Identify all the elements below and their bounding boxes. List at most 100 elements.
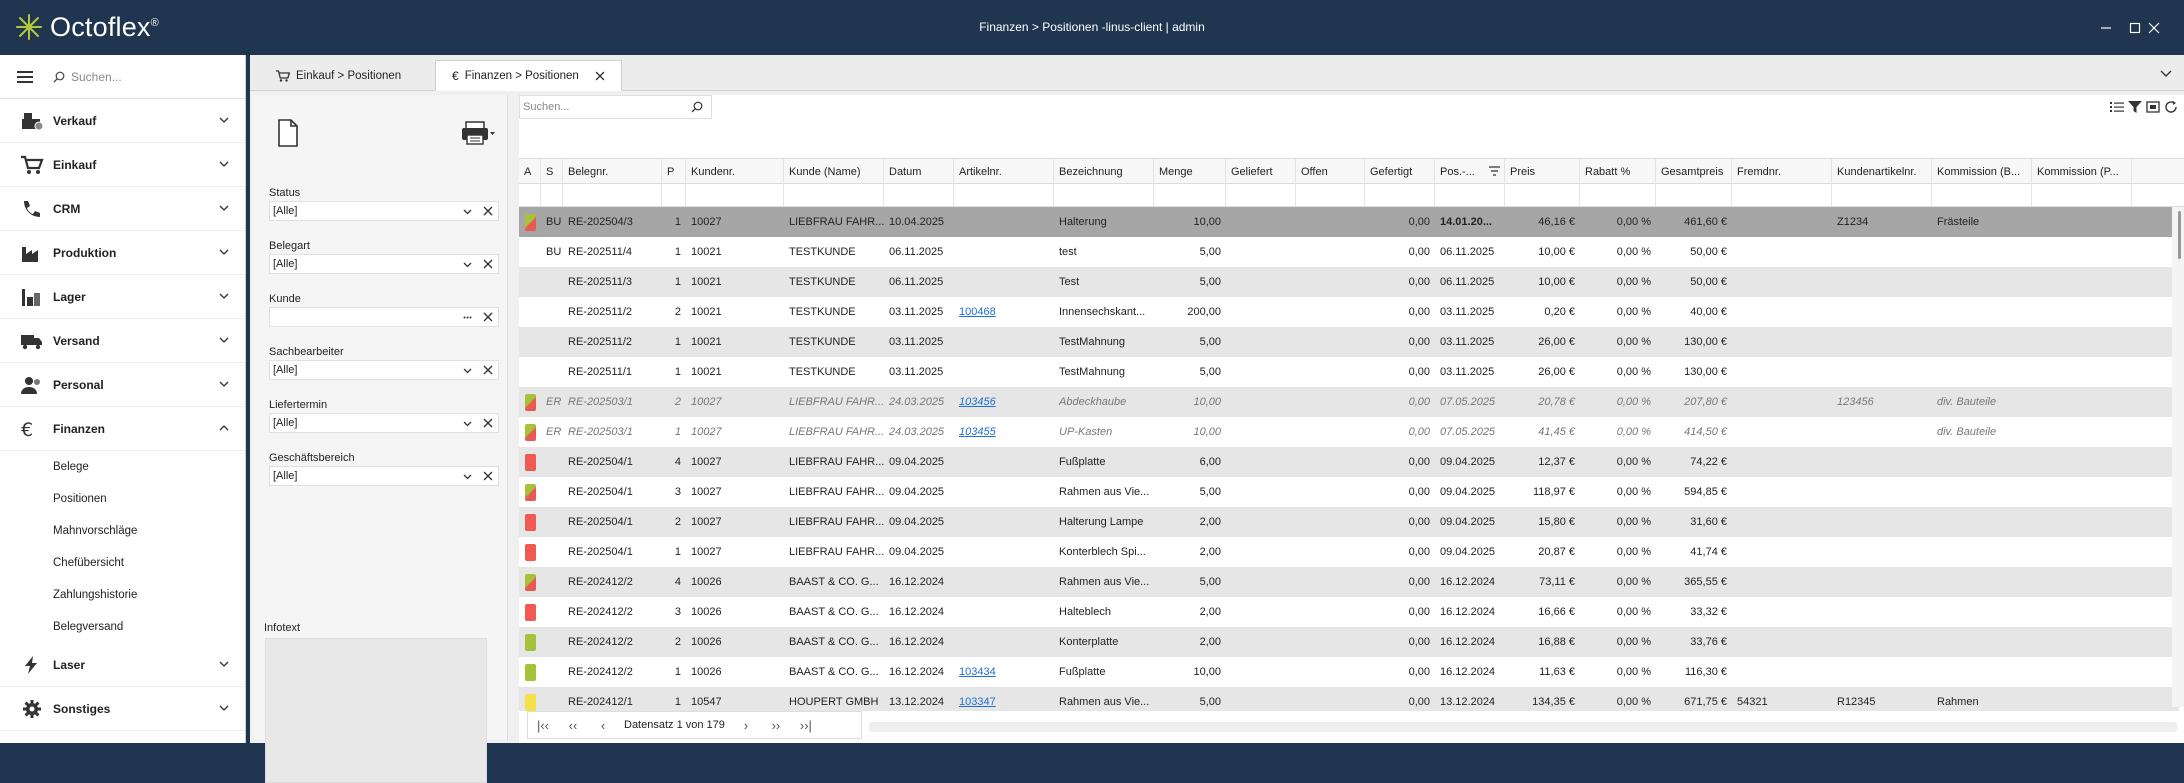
sidebar-item-produktion[interactable]: Produktion — [0, 231, 245, 275]
column-header-bezeichnung[interactable]: Bezeichnung — [1054, 159, 1154, 185]
more-icon[interactable] — [463, 313, 472, 322]
column-header-kunde[interactable]: Kunde (Name) — [784, 159, 884, 185]
filter-cell-pos[interactable] — [1435, 185, 1505, 207]
filter-icon[interactable] — [2128, 101, 2142, 113]
vertical-scrollbar[interactable] — [2172, 207, 2184, 707]
column-header-fremdnr[interactable]: Fremdnr. — [1732, 159, 1832, 185]
grid-search-input[interactable]: Suchen... — [519, 95, 712, 119]
filter-cell-menge[interactable] — [1154, 185, 1226, 207]
sidebar-item-verkauf[interactable]: Verkauf — [0, 99, 245, 143]
table-row[interactable]: ER RE-202503/1 1 10027 LIEBFRAU FAHR... 24.03… — [519, 417, 2179, 447]
cell-artikelnr[interactable]: 100468 — [954, 297, 1054, 327]
refresh-icon[interactable] — [2164, 101, 2178, 113]
chevron-down-icon[interactable] — [463, 260, 472, 269]
chevron-down-icon[interactable] — [463, 366, 472, 375]
first-page-icon[interactable]: |‹‹ — [528, 718, 558, 733]
clear-icon[interactable] — [483, 365, 493, 375]
chevron-down-icon[interactable] — [219, 247, 229, 257]
column-header-geliefert[interactable]: Geliefert — [1226, 159, 1296, 185]
column-header-preis[interactable]: Preis — [1505, 159, 1580, 185]
table-row[interactable]: RE-202511/1 1 10021 TESTKUNDE 03.11.2025 Test… — [519, 357, 2179, 387]
sidebar-subitem-5[interactable]: Belegversand — [0, 611, 245, 643]
last-page-icon[interactable]: ››| — [791, 718, 821, 733]
chevron-down-icon[interactable] — [219, 203, 229, 213]
cell-artikelnr[interactable]: 103347 — [954, 687, 1054, 711]
column-header-artikelnr[interactable]: Artikelnr. — [954, 159, 1054, 185]
sidebar-item-finanzen[interactable]: € Finanzen — [0, 407, 245, 451]
filter-cell-kommp[interactable] — [2032, 185, 2132, 207]
table-row[interactable]: RE-202504/1 4 10027 LIEBFRAU FAHR... 09.04.2… — [519, 447, 2179, 477]
column-header-a[interactable]: A — [519, 159, 541, 185]
column-header-kundenr[interactable]: Kundenr. — [686, 159, 784, 185]
filter-cell-kundenr[interactable] — [686, 185, 784, 207]
sidebar-subitem-1[interactable]: Positionen — [0, 483, 245, 515]
tab-finanzen-positionen[interactable]: € Finanzen > Positionen — [435, 60, 622, 91]
filter-cell-geliefert[interactable] — [1226, 185, 1296, 207]
chevron-down-icon[interactable] — [219, 703, 229, 713]
table-row[interactable]: RE-202412/2 2 10026 BAAST & CO. G... 16.12.2… — [519, 627, 2179, 657]
chevron-down-icon[interactable] — [219, 115, 229, 125]
sidebar-item-versand[interactable]: Versand — [0, 319, 245, 363]
sidebar-subitem-0[interactable]: Belege — [0, 451, 245, 483]
column-header-gefertigt[interactable]: Gefertigt — [1365, 159, 1435, 185]
chevron-down-icon[interactable] — [219, 659, 229, 669]
kunde-field[interactable] — [269, 307, 499, 327]
search-icon[interactable] — [691, 101, 703, 113]
table-row[interactable]: RE-202511/3 1 10021 TESTKUNDE 06.11.2025 Test… — [519, 267, 2179, 297]
chevron-down-icon[interactable] — [219, 291, 229, 301]
column-header-s[interactable]: S — [541, 159, 563, 185]
chevron-down-icon[interactable] — [463, 472, 472, 481]
table-row[interactable]: RE-202504/1 3 10027 LIEBFRAU FAHR... 09.04.2… — [519, 477, 2179, 507]
chevron-down-icon[interactable] — [219, 379, 229, 389]
filter-cell-preis[interactable] — [1505, 185, 1580, 207]
table-row[interactable]: RE-202412/2 3 10026 BAAST & CO. G... 16.12.2… — [519, 597, 2179, 627]
belegart-select[interactable]: [Alle] — [269, 254, 499, 274]
chevron-down-icon[interactable] — [219, 159, 229, 169]
table-row[interactable]: RE-202504/1 2 10027 LIEBFRAU FAHR... 09.04.2… — [519, 507, 2179, 537]
filter-cell-a[interactable] — [519, 185, 541, 207]
filter-cell-belegnr[interactable] — [563, 185, 662, 207]
sidebar-item-crm[interactable]: CRM — [0, 187, 245, 231]
scrollbar-thumb[interactable] — [2178, 211, 2181, 259]
print-icon[interactable] — [461, 121, 495, 145]
filter-cell-kunde[interactable] — [784, 185, 884, 207]
filter-cell-datum[interactable] — [884, 185, 954, 207]
sidebar-subitem-2[interactable]: Mahnvorschläge — [0, 515, 245, 547]
infotext-area[interactable] — [265, 638, 487, 783]
filter-cell-offen[interactable] — [1296, 185, 1365, 207]
geschaeftsbereich-select[interactable]: [Alle] — [269, 466, 499, 486]
sachbearbeiter-select[interactable]: [Alle] — [269, 360, 499, 380]
clear-icon[interactable] — [483, 259, 493, 269]
chevron-down-icon[interactable] — [463, 207, 472, 216]
filter-cell-kundenart[interactable] — [1832, 185, 1932, 207]
list-view-icon[interactable] — [2110, 101, 2124, 113]
export-icon[interactable] — [2146, 101, 2160, 113]
table-row[interactable]: BU RE-202504/3 1 10027 LIEBFRAU FAHR... 10.04… — [519, 207, 2179, 237]
column-filter-icon[interactable] — [1489, 166, 1500, 179]
horizontal-scrollbar[interactable] — [869, 722, 2177, 732]
status-select[interactable]: [Alle] — [269, 201, 499, 221]
sidebar-item-personal[interactable]: Personal — [0, 363, 245, 407]
filter-cell-rabatt[interactable] — [1580, 185, 1656, 207]
cell-artikelnr[interactable]: 103456 — [954, 387, 1054, 417]
column-header-datum[interactable]: Datum — [884, 159, 954, 185]
filter-cell-artikelnr[interactable] — [954, 185, 1054, 207]
chevron-up-icon[interactable] — [219, 423, 229, 433]
column-header-offen[interactable]: Offen — [1296, 159, 1365, 185]
chevron-down-icon[interactable] — [463, 419, 472, 428]
hamburger-menu-icon[interactable] — [17, 70, 33, 83]
next-page-fast-icon[interactable]: ›› — [761, 718, 791, 733]
filter-cell-bezeichnung[interactable] — [1054, 185, 1154, 207]
filter-cell-s[interactable] — [541, 185, 563, 207]
new-document-icon[interactable] — [277, 119, 299, 147]
column-header-kommb[interactable]: Kommission (B... — [1932, 159, 2032, 185]
sidebar-item-laser[interactable]: Laser — [0, 643, 245, 687]
table-row[interactable]: RE-202412/1 1 10547 HOUPERT GMBH 13.12.2024 1… — [519, 687, 2179, 711]
sidebar-item-einkauf[interactable]: Einkauf — [0, 143, 245, 187]
filter-cell-kommb[interactable] — [1932, 185, 2032, 207]
clear-icon[interactable] — [483, 312, 493, 322]
table-row[interactable]: RE-202412/2 1 10026 BAAST & CO. G... 16.12.2… — [519, 657, 2179, 687]
table-row[interactable]: RE-202511/2 2 10021 TESTKUNDE 03.11.2025 1004… — [519, 297, 2179, 327]
liefertermin-select[interactable]: [Alle] — [269, 413, 499, 433]
clear-icon[interactable] — [483, 418, 493, 428]
